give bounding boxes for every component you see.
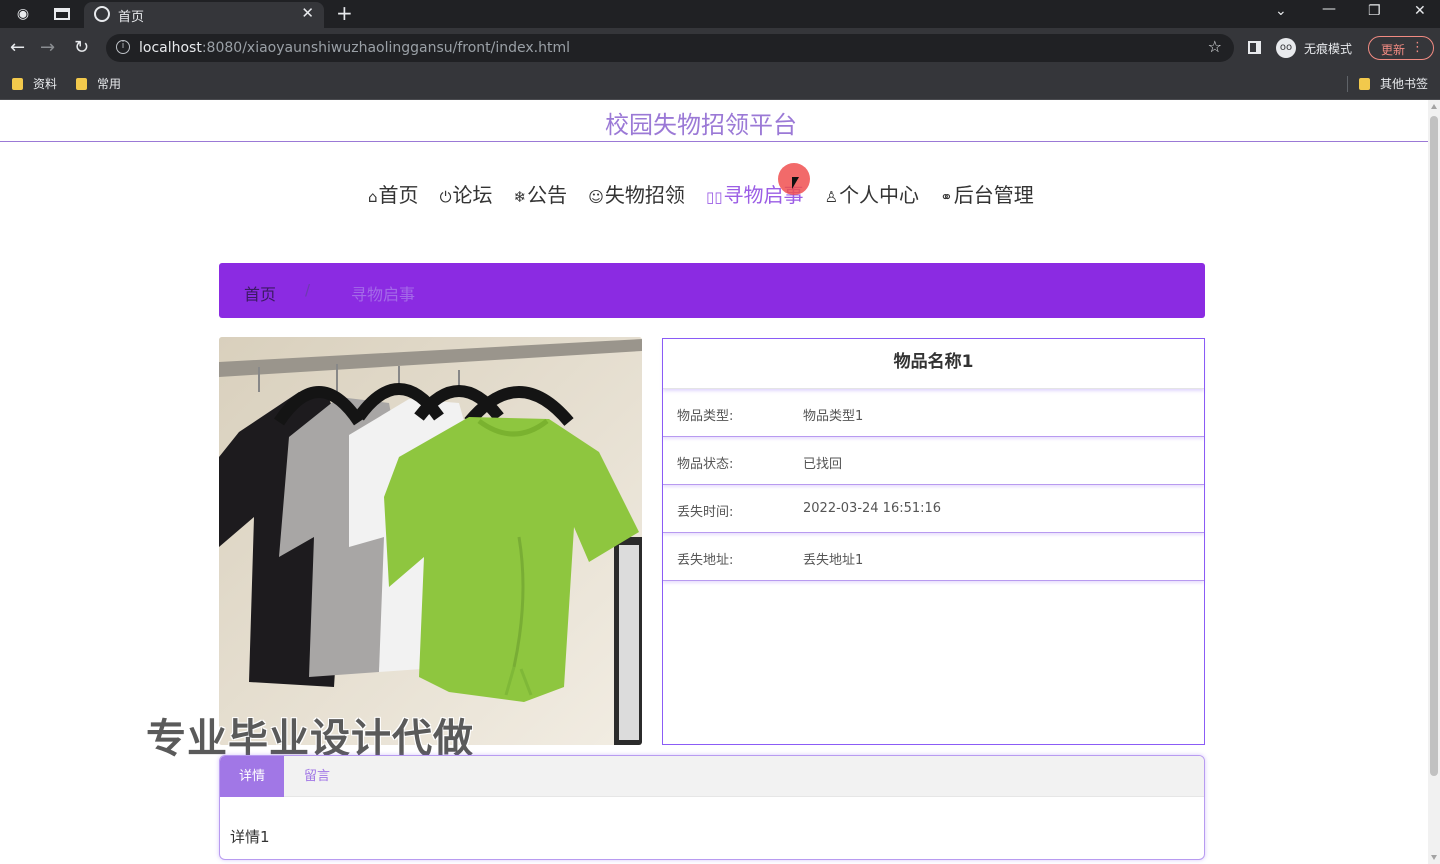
forward-button[interactable]: → (40, 37, 55, 58)
title-divider (0, 141, 1428, 142)
link-icon: ⚭ (940, 188, 953, 206)
incognito-icon: oo (1276, 38, 1296, 58)
detail-row: 丢失地址: 丢失地址1 (663, 533, 1204, 581)
browser-toolbar: ← → ↻ i localhost:8080/xiaoyaunshiwuzhao… (0, 28, 1440, 68)
menu-item-lost-found[interactable]: ☺失物招领 (588, 179, 685, 208)
tshirts-image (219, 337, 642, 745)
menu-item-home[interactable]: ⌂首页 (368, 179, 419, 208)
new-tab-button[interactable]: + (336, 1, 353, 25)
field-value: 物品类型1 (803, 409, 864, 424)
chevron-down-icon[interactable]: ⌄ (1275, 3, 1287, 19)
scrollbar-thumb[interactable] (1430, 116, 1438, 776)
tab-content: 详情1 (230, 828, 270, 846)
url-text: localhost:8080/xiaoyaunshiwuzhaolinggans… (139, 40, 571, 56)
field-label: 丢失地址: (677, 553, 734, 568)
scroll-down-arrow-icon[interactable] (1431, 855, 1437, 860)
face-icon: ☺ (588, 188, 604, 206)
folder-icon (1359, 78, 1370, 90)
field-value: 丢失地址1 (803, 553, 864, 568)
reload-button[interactable]: ↻ (74, 37, 89, 58)
kebab-menu-icon: ⋮ (1411, 40, 1424, 55)
field-value: 已找回 (803, 457, 843, 472)
field-label: 物品状态: (677, 457, 734, 472)
menu-item-personal[interactable]: ♙个人中心 (825, 179, 919, 208)
home-icon: ⌂ (368, 188, 378, 206)
folder-icon (76, 78, 87, 90)
bookmarks-bar: 资料 常用 其他书签 (0, 68, 1440, 100)
snowflake-icon: ❄ (513, 188, 527, 206)
page-scrollbar[interactable] (1428, 100, 1440, 864)
mouse-cursor (792, 177, 799, 189)
menu-item-admin[interactable]: ⚭后台管理 (940, 179, 1034, 208)
item-photo (219, 337, 642, 745)
update-button[interactable]: 更新 ⋮ (1368, 36, 1434, 60)
detail-row: 物品状态: 已找回 (663, 437, 1204, 485)
breadcrumb-current: 寻物启事 (351, 285, 416, 304)
detail-tabs: 详情 留言 详情1 (219, 755, 1205, 860)
browser-tab[interactable]: 首页 ✕ (84, 2, 324, 28)
chrome-menu-icon[interactable]: ◉ (14, 5, 32, 23)
other-bookmarks[interactable]: 其他书签 (1359, 75, 1428, 92)
bookmark-star-icon[interactable]: ☆ (1208, 37, 1222, 56)
breadcrumb-separator: / (305, 281, 311, 299)
field-label: 丢失时间: (677, 505, 734, 520)
browser-tab-bar: ◉ 首页 ✕ + ⌄ — ❐ ✕ (0, 0, 1440, 28)
update-label: 更新 (1381, 43, 1406, 57)
menu-item-forum[interactable]: ⏻论坛 (440, 179, 493, 208)
side-panel-icon[interactable] (1248, 41, 1261, 54)
scroll-up-arrow-icon[interactable] (1431, 104, 1437, 109)
close-tab-icon[interactable]: ✕ (301, 4, 314, 22)
power-icon: ⏻ (439, 188, 452, 206)
incognito-label: 无痕模式 (1304, 42, 1353, 56)
user-icon: ♙ (824, 188, 839, 206)
breadcrumb-home[interactable]: 首页 (244, 281, 276, 305)
site-title: 校园失物招领平台 (605, 111, 797, 139)
columns-icon: ▯▯ (706, 188, 723, 206)
globe-icon (94, 6, 110, 22)
folder-icon (12, 78, 23, 90)
menu-item-notice[interactable]: ❄公告 (514, 179, 568, 208)
field-value: 2022-03-24 16:51:16 (803, 501, 942, 516)
site-info-icon[interactable]: i (116, 40, 130, 54)
tab-search-icon[interactable] (54, 8, 70, 20)
bookmark-folder-0[interactable]: 资料 (12, 75, 57, 92)
tab-messages[interactable]: 留言 (304, 756, 330, 797)
bookmark-separator (1347, 76, 1348, 92)
minimize-button[interactable]: — (1322, 1, 1336, 17)
item-name: 物品名称1 (663, 339, 1204, 389)
address-bar[interactable]: i localhost:8080/xiaoyaunshiwuzhaolingga… (106, 34, 1234, 62)
tab-details[interactable]: 详情 (220, 756, 284, 797)
field-label: 物品类型: (677, 409, 734, 424)
tabs-header: 详情 留言 (220, 756, 1204, 797)
detail-row: 丢失时间: 2022-03-24 16:51:16 (663, 485, 1204, 533)
detail-row: 物品类型: 物品类型1 (663, 389, 1204, 437)
tab-title: 首页 (118, 10, 145, 25)
breadcrumb: 首页 / 寻物启事 (219, 263, 1205, 318)
bookmark-folder-1[interactable]: 常用 (76, 75, 121, 92)
item-detail-card: 物品名称1 物品类型: 物品类型1 物品状态: 已找回 丢失时间: 2022-0… (662, 338, 1205, 745)
page: 校园失物招领平台 ⌂首页 ⏻论坛 ❄公告 ☺失物招领 ▯▯寻物启事 ♙个人中心 … (0, 100, 1428, 864)
main-menu: ⌂首页 ⏻论坛 ❄公告 ☺失物招领 ▯▯寻物启事 ♙个人中心 ⚭后台管理 (368, 179, 1050, 209)
close-window-button[interactable]: ✕ (1414, 3, 1426, 19)
back-button[interactable]: ← (10, 37, 25, 58)
restore-button[interactable]: ❐ (1368, 3, 1381, 19)
